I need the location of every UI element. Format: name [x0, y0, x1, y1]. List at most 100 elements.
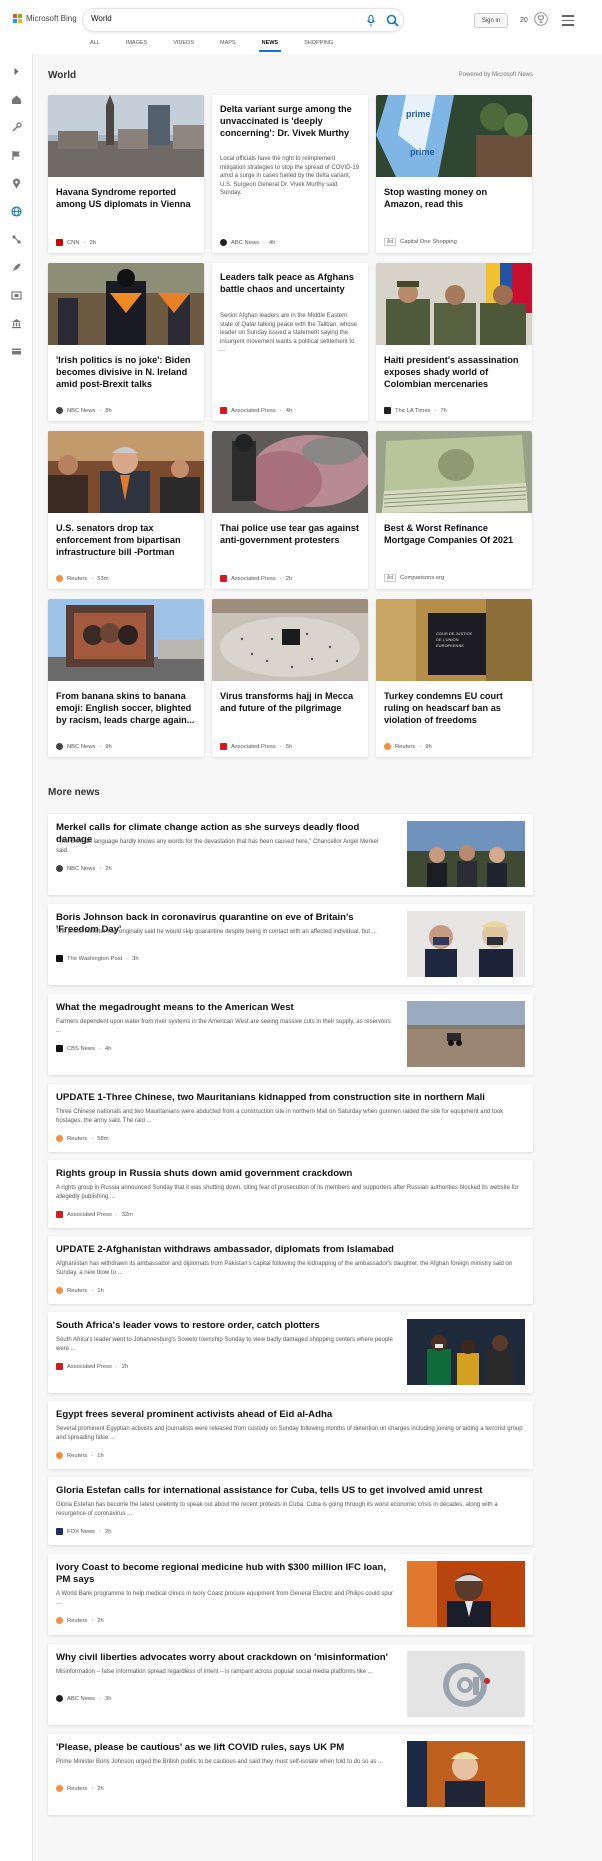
card-title[interactable]: Havana Syndrome reported among US diplom…	[56, 186, 198, 210]
scope-maps[interactable]: MAPS	[220, 40, 236, 54]
left-category-rail	[0, 54, 33, 1861]
card-source: NBC News · 9h	[56, 743, 112, 750]
scope-news[interactable]: NEWS	[258, 40, 281, 54]
search-scopes-nav: ALL IMAGES VIDEOS MAPS NEWS SHOPPING	[90, 40, 359, 54]
news-list-item[interactable]: UPDATE 1-Three Chinese, two Mauritanians…	[48, 1084, 533, 1152]
menu-hamburger-icon[interactable]	[562, 15, 574, 26]
card-title[interactable]: Virus transforms hajj in Mecca and futur…	[220, 690, 362, 714]
ap-logo-icon	[220, 575, 227, 582]
news-item-title[interactable]: South Africa's leader vows to restore or…	[56, 1320, 396, 1332]
news-list-item[interactable]: South Africa's leader vows to restore or…	[48, 1312, 533, 1393]
card-title[interactable]: Turkey condemns EU court ruling on heads…	[384, 690, 526, 726]
nbc-news-logo-icon	[56, 865, 63, 872]
search-icon[interactable]	[386, 14, 399, 27]
news-card[interactable]: Haiti president's assassination exposes …	[376, 263, 532, 421]
rocket-icon[interactable]	[11, 262, 22, 273]
card-title[interactable]: From banana skins to banana emoji: Engli…	[56, 690, 198, 726]
card-title[interactable]: 'Irish politics is no joke': Biden becom…	[56, 354, 198, 390]
news-card[interactable]: Virus transforms hajj in Mecca and futur…	[212, 599, 368, 757]
ad-card[interactable]: Best & Worst Refinance Mortgage Companie…	[376, 431, 532, 589]
card-title[interactable]: U.S. senators drop tax enforcement from …	[56, 522, 198, 558]
ad-card[interactable]: prime prime Stop wasting money on Amazon…	[376, 95, 532, 253]
card-title[interactable]: Thai police use tear gas against anti-go…	[220, 522, 362, 546]
microphone-icon[interactable]	[366, 15, 376, 27]
news-item-snippet: A rights group in Russia announced Sunda…	[56, 1185, 519, 1200]
news-list-item[interactable]: Merkel calls for climate change action a…	[48, 814, 533, 895]
news-item-title[interactable]: 'Please, please be cautious' as we lift …	[56, 1742, 396, 1754]
reuters-logo-icon	[56, 1785, 63, 1792]
tools-icon[interactable]	[11, 122, 22, 133]
scope-videos[interactable]: VIDEOS	[173, 40, 194, 54]
location-icon[interactable]	[11, 178, 22, 189]
news-list-item[interactable]: Egypt frees several prominent activists …	[48, 1401, 533, 1469]
news-list-item[interactable]: Why civil liberties advocates worry abou…	[48, 1644, 533, 1725]
news-item-source: ABC News · 3h	[56, 1695, 111, 1702]
news-list-item[interactable]: 'Please, please be cautious' as we lift …	[48, 1734, 533, 1815]
svg-text:prime: prime	[406, 109, 431, 119]
card-title[interactable]: Stop wasting money on Amazon, read this	[384, 186, 526, 210]
rewards-trophy-icon[interactable]	[534, 12, 548, 26]
top-header: Microsoft Bing Sign in 20 ALL IMAGES VID…	[0, 0, 602, 54]
news-item-title[interactable]: Rights group in Russia shuts down amid g…	[56, 1168, 526, 1180]
scope-all[interactable]: ALL	[90, 40, 100, 54]
news-list-item[interactable]: Boris Johnson back in coronavirus quaran…	[48, 904, 533, 985]
news-thumbnail-megadrought	[407, 1001, 525, 1067]
money-icon[interactable]	[11, 346, 22, 357]
news-item-title[interactable]: UPDATE 2-Afghanistan withdraws ambassado…	[56, 1244, 526, 1256]
news-card[interactable]: Leaders talk peace as Afghans battle cha…	[212, 263, 368, 421]
news-list-item[interactable]: What the megadrought means to the Americ…	[48, 994, 533, 1075]
news-card[interactable]: Thai police use tear gas against anti-go…	[212, 431, 368, 589]
card-title[interactable]: Best & Worst Refinance Mortgage Companie…	[384, 522, 526, 546]
news-item-source: Associated Press · 32m	[56, 1211, 133, 1218]
news-list-item[interactable]: Rights group in Russia shuts down amid g…	[48, 1160, 533, 1228]
news-item-snippet: Misinformation – false information sprea…	[56, 1669, 373, 1675]
card-image-vienna	[48, 95, 204, 177]
reuters-logo-icon	[56, 1287, 63, 1294]
news-card[interactable]: COUR DE JUSTICE DE L'UNION EUROPEENNE Tu…	[376, 599, 532, 757]
sign-in-button[interactable]: Sign in	[474, 13, 508, 28]
card-image-colombian-officials	[376, 263, 532, 345]
news-item-source: Reuters · 2h	[56, 1785, 104, 1792]
news-card[interactable]: Havana Syndrome reported among US diplom…	[48, 95, 204, 253]
news-item-title[interactable]: Gloria Estefan calls for international a…	[56, 1485, 526, 1497]
news-item-title[interactable]: Egypt frees several prominent activists …	[56, 1409, 526, 1421]
news-item-snippet: "The German language hardly knows any wo…	[56, 839, 379, 854]
news-item-title[interactable]: Why civil liberties advocates worry abou…	[56, 1652, 396, 1664]
news-item-title[interactable]: What the megadrought means to the Americ…	[56, 1002, 396, 1014]
card-title[interactable]: Leaders talk peace as Afghans battle cha…	[220, 271, 362, 295]
news-item-snippet: A World Bank programme to help medical c…	[56, 1591, 394, 1606]
card-image-hajj	[212, 599, 368, 681]
news-item-source: NBC News · 2h	[56, 865, 112, 872]
news-item-title[interactable]: Ivory Coast to become regional medicine …	[56, 1562, 396, 1586]
rewards-count[interactable]: 20	[520, 17, 528, 24]
film-icon[interactable]	[11, 290, 22, 301]
card-title[interactable]: Haiti president's assassination exposes …	[384, 354, 526, 390]
science-icon[interactable]	[11, 234, 22, 245]
flag-icon[interactable]	[11, 150, 22, 161]
news-item-title[interactable]: UPDATE 1-Three Chinese, two Mauritanians…	[56, 1092, 526, 1104]
home-icon[interactable]	[11, 94, 22, 105]
cbs-news-logo-icon	[56, 1045, 63, 1052]
powered-by-text[interactable]: Powered by Microsoft News	[459, 72, 533, 78]
news-card[interactable]: 'Irish politics is no joke': Biden becom…	[48, 263, 204, 421]
washington-post-logo-icon	[56, 955, 63, 962]
card-source: Associated Press · 4h	[220, 407, 292, 414]
news-list-item[interactable]: Ivory Coast to become regional medicine …	[48, 1554, 533, 1635]
bank-icon[interactable]	[11, 318, 22, 329]
scope-images[interactable]: IMAGES	[126, 40, 147, 54]
expand-icon[interactable]	[11, 66, 22, 77]
card-image-eu-court: COUR DE JUSTICE DE L'UNION EUROPEENNE	[376, 599, 532, 681]
search-input[interactable]	[91, 14, 341, 23]
news-list-item[interactable]: UPDATE 2-Afghanistan withdraws ambassado…	[48, 1236, 533, 1304]
card-title[interactable]: Delta variant surge among the unvaccinat…	[220, 103, 362, 139]
scope-shopping[interactable]: SHOPPING	[304, 40, 333, 54]
news-list-item[interactable]: Gloria Estefan calls for international a…	[48, 1477, 533, 1545]
bing-logo[interactable]: Microsoft Bing	[13, 14, 77, 23]
news-card[interactable]: From banana skins to banana emoji: Engli…	[48, 599, 204, 757]
news-item-snippet: The prime minister had originally said h…	[56, 929, 377, 935]
search-box	[82, 8, 404, 32]
globe-icon[interactable]	[11, 206, 22, 217]
news-item-source: Reuters · 2h	[56, 1617, 104, 1624]
news-card[interactable]: Delta variant surge among the unvaccinat…	[212, 95, 368, 253]
news-card[interactable]: U.S. senators drop tax enforcement from …	[48, 431, 204, 589]
